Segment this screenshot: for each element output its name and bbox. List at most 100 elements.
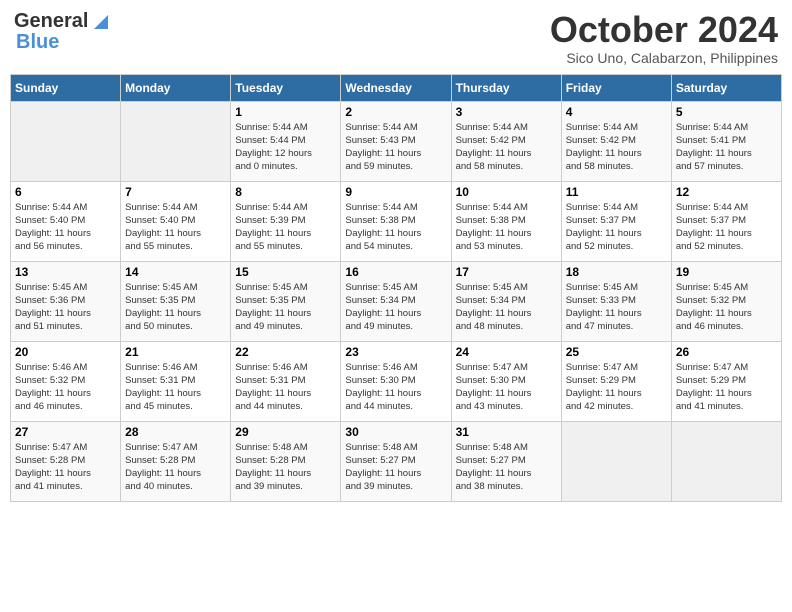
calendar-cell	[11, 101, 121, 181]
day-number: 26	[676, 345, 777, 359]
day-info: Sunrise: 5:44 AM Sunset: 5:39 PM Dayligh…	[235, 201, 336, 254]
calendar-cell: 5Sunrise: 5:44 AM Sunset: 5:41 PM Daylig…	[671, 101, 781, 181]
col-sunday: Sunday	[11, 74, 121, 101]
day-info: Sunrise: 5:44 AM Sunset: 5:42 PM Dayligh…	[456, 121, 557, 174]
day-info: Sunrise: 5:46 AM Sunset: 5:31 PM Dayligh…	[235, 361, 336, 414]
day-info: Sunrise: 5:47 AM Sunset: 5:30 PM Dayligh…	[456, 361, 557, 414]
calendar-cell: 2Sunrise: 5:44 AM Sunset: 5:43 PM Daylig…	[341, 101, 451, 181]
day-number: 25	[566, 345, 667, 359]
day-info: Sunrise: 5:44 AM Sunset: 5:38 PM Dayligh…	[345, 201, 446, 254]
calendar-header-row: Sunday Monday Tuesday Wednesday Thursday…	[11, 74, 782, 101]
day-info: Sunrise: 5:45 AM Sunset: 5:33 PM Dayligh…	[566, 281, 667, 334]
calendar-cell: 15 Sunrise: 5:45 AM Sunset: 5:35 PM Dayli…	[231, 261, 341, 341]
day-number: 20	[15, 345, 116, 359]
calendar-cell: 12Sunrise: 5:44 AM Sunset: 5:37 PM Dayli…	[671, 181, 781, 261]
calendar-cell: 18Sunrise: 5:45 AM Sunset: 5:33 PM Dayli…	[561, 261, 671, 341]
day-number: 28	[125, 425, 226, 439]
day-info: Sunrise: 5:47 AM Sunset: 5:29 PM Dayligh…	[566, 361, 667, 414]
day-info: Sunrise: 5:45 AM Sunset: 5:35 PM Dayligh…	[235, 281, 336, 334]
day-number: 23	[345, 345, 446, 359]
day-number: 10	[456, 185, 557, 199]
calendar-cell: 26 Sunrise: 5:47 AM Sunset: 5:29 PM Dayli…	[671, 341, 781, 421]
day-info: Sunrise: 5:44 AM Sunset: 5:37 PM Dayligh…	[566, 201, 667, 254]
day-number: 11	[566, 185, 667, 199]
day-info: Sunrise: 5:45 AM Sunset: 5:34 PM Dayligh…	[456, 281, 557, 334]
logo: General Blue	[14, 10, 112, 54]
day-info: Sunrise: 5:44 AM Sunset: 5:38 PM Dayligh…	[456, 201, 557, 254]
calendar-cell: 29 Sunrise: 5:48 AM Sunset: 5:28 PM Dayli…	[231, 421, 341, 501]
day-info: Sunrise: 5:44 AM Sunset: 5:43 PM Dayligh…	[345, 121, 446, 174]
logo-icon	[90, 11, 112, 33]
calendar-cell: 31 Sunrise: 5:48 AM Sunset: 5:27 PM Dayli…	[451, 421, 561, 501]
calendar-week-row: 1 Sunrise: 5:44 AM Sunset: 5:44 PM Daylig…	[11, 101, 782, 181]
calendar-cell	[561, 421, 671, 501]
day-info: Sunrise: 5:47 AM Sunset: 5:28 PM Dayligh…	[15, 441, 116, 494]
day-number: 1	[235, 105, 336, 119]
day-number: 7	[125, 185, 226, 199]
col-friday: Friday	[561, 74, 671, 101]
calendar-cell: 27 Sunrise: 5:47 AM Sunset: 5:28 PM Dayli…	[11, 421, 121, 501]
calendar-cell	[671, 421, 781, 501]
day-number: 15	[235, 265, 336, 279]
calendar-cell: 22 Sunrise: 5:46 AM Sunset: 5:31 PM Dayli…	[231, 341, 341, 421]
day-info: Sunrise: 5:45 AM Sunset: 5:35 PM Dayligh…	[125, 281, 226, 334]
day-info: Sunrise: 5:46 AM Sunset: 5:32 PM Dayligh…	[15, 361, 116, 414]
day-info: Sunrise: 5:44 AM Sunset: 5:40 PM Dayligh…	[125, 201, 226, 254]
logo-general: General	[14, 10, 88, 33]
day-info: Sunrise: 5:47 AM Sunset: 5:29 PM Dayligh…	[676, 361, 777, 414]
day-info: Sunrise: 5:45 AM Sunset: 5:32 PM Dayligh…	[676, 281, 777, 334]
calendar-cell: 13 Sunrise: 5:45 AM Sunset: 5:36 PM Dayli…	[11, 261, 121, 341]
day-info: Sunrise: 5:48 AM Sunset: 5:28 PM Dayligh…	[235, 441, 336, 494]
day-number: 17	[456, 265, 557, 279]
calendar-cell: 25 Sunrise: 5:47 AM Sunset: 5:29 PM Dayli…	[561, 341, 671, 421]
calendar-cell	[121, 101, 231, 181]
day-number: 16	[345, 265, 446, 279]
calendar-cell: 10 Sunrise: 5:44 AM Sunset: 5:38 PM Dayli…	[451, 181, 561, 261]
day-number: 30	[345, 425, 446, 439]
day-info: Sunrise: 5:46 AM Sunset: 5:30 PM Dayligh…	[345, 361, 446, 414]
page-header: General Blue October 2024 Sico Uno, Cala…	[10, 10, 782, 66]
calendar-cell: 19Sunrise: 5:45 AM Sunset: 5:32 PM Dayli…	[671, 261, 781, 341]
day-number: 14	[125, 265, 226, 279]
day-number: 6	[15, 185, 116, 199]
col-wednesday: Wednesday	[341, 74, 451, 101]
calendar-cell: 30 Sunrise: 5:48 AM Sunset: 5:27 PM Dayli…	[341, 421, 451, 501]
day-info: Sunrise: 5:48 AM Sunset: 5:27 PM Dayligh…	[456, 441, 557, 494]
subtitle: Sico Uno, Calabarzon, Philippines	[550, 50, 778, 66]
day-info: Sunrise: 5:47 AM Sunset: 5:28 PM Dayligh…	[125, 441, 226, 494]
day-number: 29	[235, 425, 336, 439]
day-info: Sunrise: 5:44 AM Sunset: 5:42 PM Dayligh…	[566, 121, 667, 174]
calendar-week-row: 20 Sunrise: 5:46 AM Sunset: 5:32 PM Dayli…	[11, 341, 782, 421]
day-info: Sunrise: 5:44 AM Sunset: 5:44 PM Dayligh…	[235, 121, 336, 174]
logo-blue: Blue	[16, 31, 59, 54]
calendar-cell: 4 Sunrise: 5:44 AM Sunset: 5:42 PM Daylig…	[561, 101, 671, 181]
title-area: October 2024 Sico Uno, Calabarzon, Phili…	[550, 10, 778, 66]
calendar-cell: 1 Sunrise: 5:44 AM Sunset: 5:44 PM Daylig…	[231, 101, 341, 181]
calendar-cell: 7 Sunrise: 5:44 AM Sunset: 5:40 PM Daylig…	[121, 181, 231, 261]
day-number: 31	[456, 425, 557, 439]
day-number: 12	[676, 185, 777, 199]
calendar-week-row: 13 Sunrise: 5:45 AM Sunset: 5:36 PM Dayli…	[11, 261, 782, 341]
calendar-cell: 6 Sunrise: 5:44 AM Sunset: 5:40 PM Daylig…	[11, 181, 121, 261]
calendar-week-row: 27 Sunrise: 5:47 AM Sunset: 5:28 PM Dayli…	[11, 421, 782, 501]
calendar-cell: 24 Sunrise: 5:47 AM Sunset: 5:30 PM Dayli…	[451, 341, 561, 421]
day-number: 22	[235, 345, 336, 359]
calendar-cell: 8 Sunrise: 5:44 AM Sunset: 5:39 PM Daylig…	[231, 181, 341, 261]
calendar-cell: 28 Sunrise: 5:47 AM Sunset: 5:28 PM Dayli…	[121, 421, 231, 501]
day-number: 8	[235, 185, 336, 199]
calendar-table: Sunday Monday Tuesday Wednesday Thursday…	[10, 74, 782, 502]
calendar-cell: 16 Sunrise: 5:45 AM Sunset: 5:34 PM Dayli…	[341, 261, 451, 341]
col-monday: Monday	[121, 74, 231, 101]
month-title: October 2024	[550, 10, 778, 50]
day-info: Sunrise: 5:45 AM Sunset: 5:36 PM Dayligh…	[15, 281, 116, 334]
calendar-cell: 20 Sunrise: 5:46 AM Sunset: 5:32 PM Dayli…	[11, 341, 121, 421]
day-number: 13	[15, 265, 116, 279]
day-info: Sunrise: 5:44 AM Sunset: 5:40 PM Dayligh…	[15, 201, 116, 254]
day-info: Sunrise: 5:45 AM Sunset: 5:34 PM Dayligh…	[345, 281, 446, 334]
day-number: 4	[566, 105, 667, 119]
day-number: 21	[125, 345, 226, 359]
day-number: 24	[456, 345, 557, 359]
day-number: 27	[15, 425, 116, 439]
calendar-cell: 14 Sunrise: 5:45 AM Sunset: 5:35 PM Dayli…	[121, 261, 231, 341]
day-info: Sunrise: 5:48 AM Sunset: 5:27 PM Dayligh…	[345, 441, 446, 494]
